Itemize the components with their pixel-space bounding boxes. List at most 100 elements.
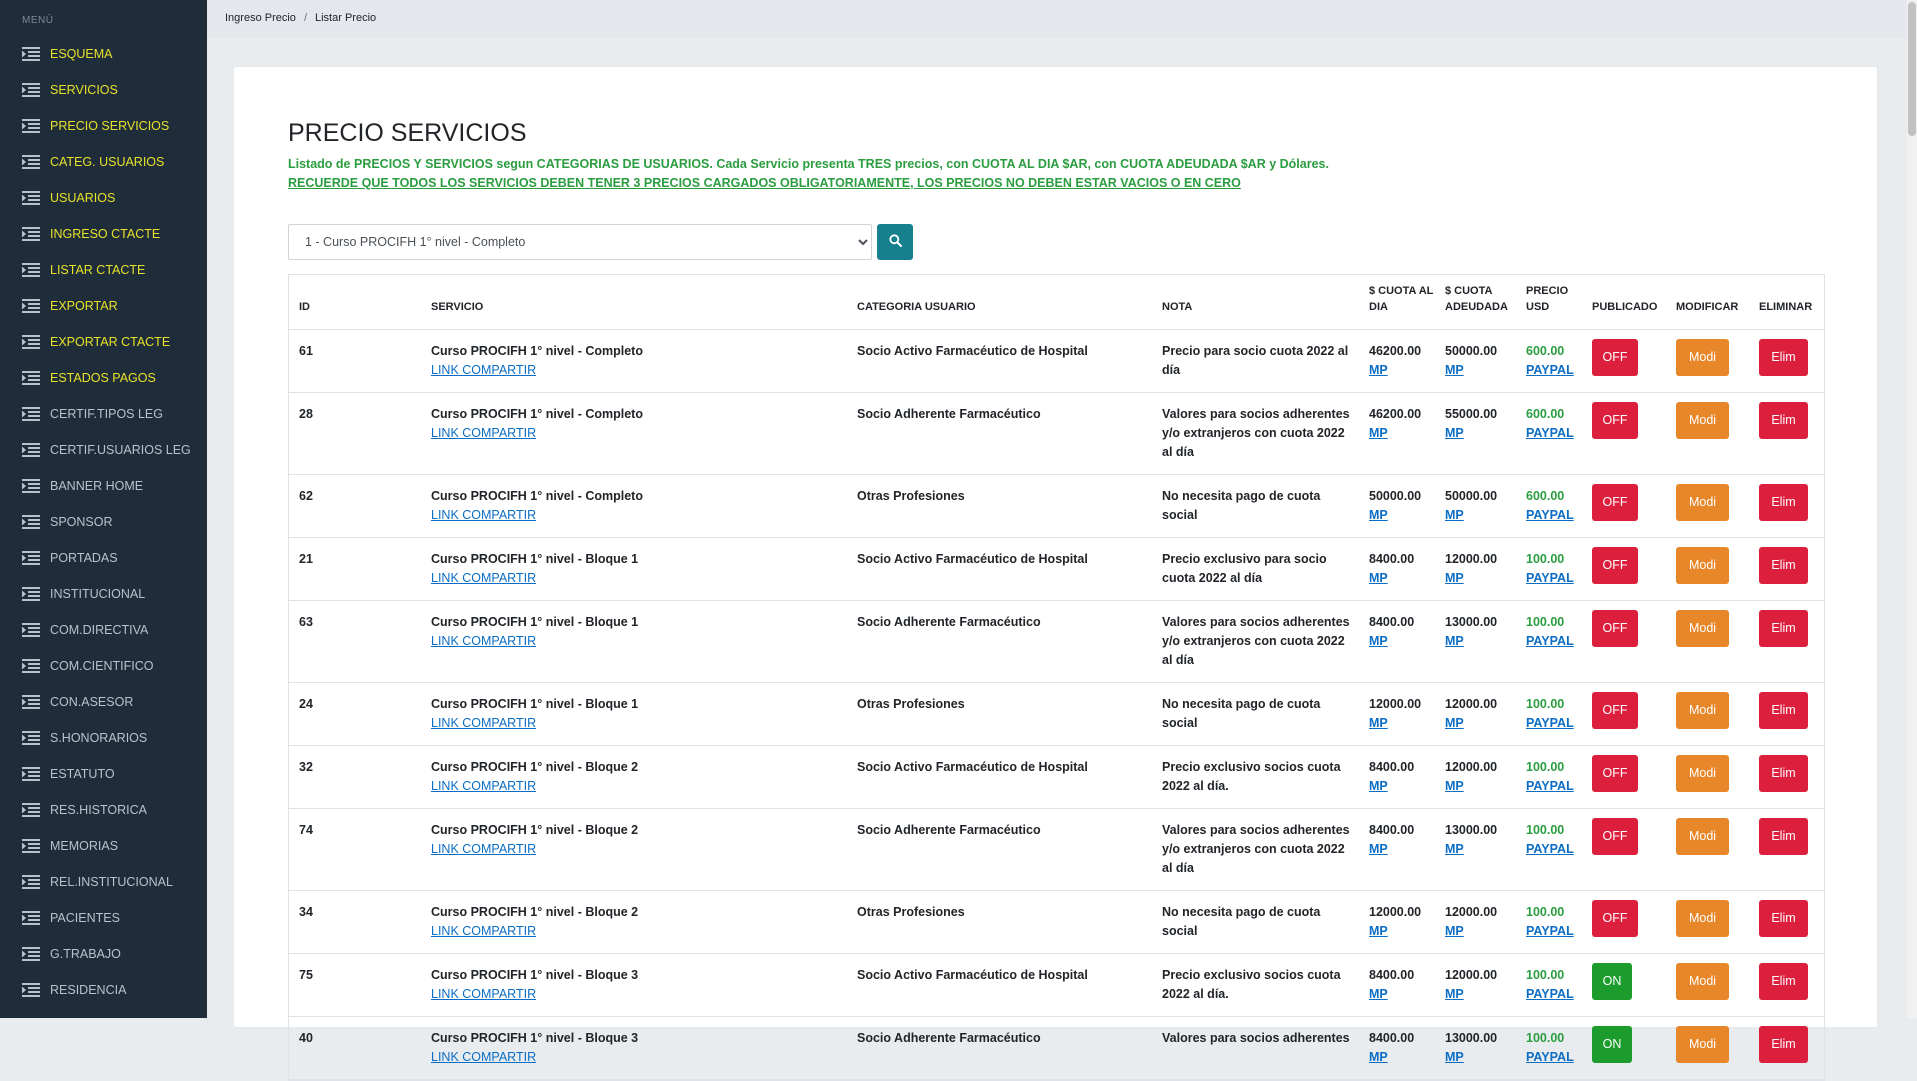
sidebar-item-g-trabajo[interactable]: G.TRABAJO <box>0 936 207 972</box>
modify-button[interactable]: Modi <box>1676 402 1729 439</box>
modify-button[interactable]: Modi <box>1676 692 1729 729</box>
sidebar-item-portadas[interactable]: PORTADAS <box>0 540 207 576</box>
mp-link[interactable]: MP <box>1369 426 1388 440</box>
sidebar-item-memorias[interactable]: MEMORIAS <box>0 828 207 864</box>
link-compartir[interactable]: LINK COMPARTIR <box>431 842 536 856</box>
sidebar-item-estados-pagos[interactable]: ESTADOS PAGOS <box>0 360 207 396</box>
mp-link[interactable]: MP <box>1445 571 1464 585</box>
mp-link[interactable]: MP <box>1445 1050 1464 1064</box>
modify-button[interactable]: Modi <box>1676 339 1729 376</box>
delete-button[interactable]: Elim <box>1759 339 1808 376</box>
delete-button[interactable]: Elim <box>1759 547 1808 584</box>
mp-link[interactable]: MP <box>1445 426 1464 440</box>
sidebar-item-precio-servicios[interactable]: PRECIO SERVICIOS <box>0 108 207 144</box>
sidebar-item-categ-usuarios[interactable]: CATEG. USUARIOS <box>0 144 207 180</box>
mp-link[interactable]: MP <box>1445 363 1464 377</box>
link-compartir[interactable]: LINK COMPARTIR <box>431 571 536 585</box>
sidebar-item-servicios[interactable]: SERVICIOS <box>0 72 207 108</box>
modify-button[interactable]: Modi <box>1676 755 1729 792</box>
sidebar-item-rel-institucional[interactable]: REL.INSTITUCIONAL <box>0 864 207 900</box>
modify-button[interactable]: Modi <box>1676 818 1729 855</box>
link-compartir[interactable]: LINK COMPARTIR <box>431 779 536 793</box>
paypal-link[interactable]: PAYPAL <box>1526 426 1574 440</box>
sidebar-item-pacientes[interactable]: PACIENTES <box>0 900 207 936</box>
publicado-toggle-button[interactable]: OFF <box>1592 484 1638 521</box>
link-compartir[interactable]: LINK COMPARTIR <box>431 987 536 1001</box>
modify-button[interactable]: Modi <box>1676 547 1729 584</box>
sidebar-item-estatuto[interactable]: ESTATUTO <box>0 756 207 792</box>
mp-link[interactable]: MP <box>1445 842 1464 856</box>
link-compartir[interactable]: LINK COMPARTIR <box>431 426 536 440</box>
delete-button[interactable]: Elim <box>1759 610 1808 647</box>
paypal-link[interactable]: PAYPAL <box>1526 508 1574 522</box>
sidebar-item-residencia[interactable]: RESIDENCIA <box>0 972 207 1008</box>
link-compartir[interactable]: LINK COMPARTIR <box>431 716 536 730</box>
mp-link[interactable]: MP <box>1369 1050 1388 1064</box>
delete-button[interactable]: Elim <box>1759 692 1808 729</box>
sidebar-item-esquema[interactable]: ESQUEMA <box>0 36 207 72</box>
mp-link[interactable]: MP <box>1369 363 1388 377</box>
publicado-toggle-button[interactable]: OFF <box>1592 755 1638 792</box>
sidebar-item-con-asesor[interactable]: CON.ASESOR <box>0 684 207 720</box>
delete-button[interactable]: Elim <box>1759 900 1808 937</box>
modify-button[interactable]: Modi <box>1676 963 1729 1000</box>
publicado-toggle-button[interactable]: OFF <box>1592 610 1638 647</box>
link-compartir[interactable]: LINK COMPARTIR <box>431 924 536 938</box>
paypal-link[interactable]: PAYPAL <box>1526 842 1574 856</box>
delete-button[interactable]: Elim <box>1759 818 1808 855</box>
publicado-toggle-button[interactable]: OFF <box>1592 900 1638 937</box>
sidebar-item-exportar[interactable]: EXPORTAR <box>0 288 207 324</box>
publicado-toggle-button[interactable]: ON <box>1592 1026 1632 1063</box>
delete-button[interactable]: Elim <box>1759 963 1808 1000</box>
paypal-link[interactable]: PAYPAL <box>1526 924 1574 938</box>
delete-button[interactable]: Elim <box>1759 1026 1808 1063</box>
mp-link[interactable]: MP <box>1369 571 1388 585</box>
mp-link[interactable]: MP <box>1369 716 1388 730</box>
modify-button[interactable]: Modi <box>1676 900 1729 937</box>
mp-link[interactable]: MP <box>1445 634 1464 648</box>
mp-link[interactable]: MP <box>1445 716 1464 730</box>
link-compartir[interactable]: LINK COMPARTIR <box>431 508 536 522</box>
sidebar-item-exportar-ctacte[interactable]: EXPORTAR CTACTE <box>0 324 207 360</box>
breadcrumb-ingreso-precio[interactable]: Ingreso Precio <box>225 12 296 24</box>
modify-button[interactable]: Modi <box>1676 610 1729 647</box>
service-select[interactable]: 1 - Curso PROCIFH 1° nivel - Completo <box>288 224 872 260</box>
publicado-toggle-button[interactable]: ON <box>1592 963 1632 1000</box>
sidebar-item-s-honorarios[interactable]: S.HONORARIOS <box>0 720 207 756</box>
sidebar-item-certif-usuarios-leg[interactable]: CERTIF.USUARIOS LEG <box>0 432 207 468</box>
mp-link[interactable]: MP <box>1369 842 1388 856</box>
link-compartir[interactable]: LINK COMPARTIR <box>431 634 536 648</box>
paypal-link[interactable]: PAYPAL <box>1526 779 1574 793</box>
paypal-link[interactable]: PAYPAL <box>1526 571 1574 585</box>
delete-button[interactable]: Elim <box>1759 402 1808 439</box>
sidebar-item-sponsor[interactable]: SPONSOR <box>0 504 207 540</box>
sidebar-item-usuarios[interactable]: USUARIOS <box>0 180 207 216</box>
link-compartir[interactable]: LINK COMPARTIR <box>431 1050 536 1064</box>
mp-link[interactable]: MP <box>1369 924 1388 938</box>
mp-link[interactable]: MP <box>1369 508 1388 522</box>
publicado-toggle-button[interactable]: OFF <box>1592 692 1638 729</box>
delete-button[interactable]: Elim <box>1759 755 1808 792</box>
modify-button[interactable]: Modi <box>1676 484 1729 521</box>
mp-link[interactable]: MP <box>1445 779 1464 793</box>
sidebar-item-listar-ctacte[interactable]: LISTAR CTACTE <box>0 252 207 288</box>
mp-link[interactable]: MP <box>1369 987 1388 1001</box>
paypal-link[interactable]: PAYPAL <box>1526 363 1574 377</box>
sidebar-item-banner-home[interactable]: BANNER HOME <box>0 468 207 504</box>
scrollbar-thumb[interactable] <box>1908 2 1916 136</box>
paypal-link[interactable]: PAYPAL <box>1526 716 1574 730</box>
sidebar-item-certif-tipos-leg[interactable]: CERTIF.TIPOS LEG <box>0 396 207 432</box>
paypal-link[interactable]: PAYPAL <box>1526 987 1574 1001</box>
paypal-link[interactable]: PAYPAL <box>1526 634 1574 648</box>
sidebar-item-institucional[interactable]: INSTITUCIONAL <box>0 576 207 612</box>
modify-button[interactable]: Modi <box>1676 1026 1729 1063</box>
mp-link[interactable]: MP <box>1445 924 1464 938</box>
paypal-link[interactable]: PAYPAL <box>1526 1050 1574 1064</box>
publicado-toggle-button[interactable]: OFF <box>1592 339 1638 376</box>
sidebar-item-com-cientifico[interactable]: COM.CIENTIFICO <box>0 648 207 684</box>
page-scrollbar[interactable] <box>1907 0 1917 1018</box>
sidebar-item-res-historica[interactable]: RES.HISTORICA <box>0 792 207 828</box>
sidebar-item-com-directiva[interactable]: COM.DIRECTIVA <box>0 612 207 648</box>
sidebar-item-ingreso-ctacte[interactable]: INGRESO CTACTE <box>0 216 207 252</box>
mp-link[interactable]: MP <box>1369 634 1388 648</box>
